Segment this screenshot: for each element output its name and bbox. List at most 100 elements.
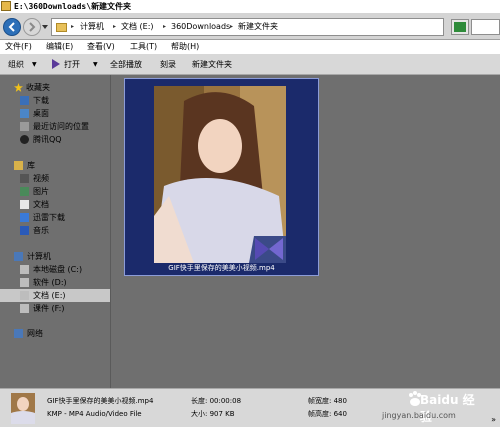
picture-icon bbox=[20, 187, 29, 196]
file-list: GIF快手里保存的美美小视频.mp4 bbox=[112, 75, 500, 388]
video-play-icon bbox=[255, 238, 283, 260]
nav-item-drive-c[interactable]: 本地磁盘 (C:) bbox=[0, 263, 110, 276]
nav-item-qq[interactable]: 腾讯QQ bbox=[0, 133, 110, 146]
nav-item-pictures[interactable]: 图片 bbox=[0, 185, 110, 198]
detail-size: 大小: 907 KB bbox=[191, 410, 235, 418]
desktop-icon bbox=[20, 109, 29, 118]
menu-view[interactable]: 查看(V) bbox=[87, 40, 115, 54]
address-bar: ▸ 计算机 ▸ 文档 (E:) ▸ 360Downloads ▸ 新建文件夹 ▼ bbox=[0, 13, 500, 40]
nav-label: 库 bbox=[27, 161, 35, 170]
nav-label: 网络 bbox=[27, 329, 43, 338]
nav-label: 文档 (E:) bbox=[33, 291, 66, 300]
navigation-pane: 收藏夹 下载 桌面 最近访问的位置 腾讯QQ 库 视频 图片 文档 迅雷下载 音… bbox=[0, 75, 111, 388]
menu-file[interactable]: 文件(F) bbox=[5, 40, 32, 54]
drive-icon bbox=[20, 304, 29, 313]
breadcrumb-computer[interactable]: 计算机 bbox=[80, 19, 104, 35]
menu-edit[interactable]: 编辑(E) bbox=[46, 40, 73, 54]
refresh-icon bbox=[454, 22, 466, 32]
detail-length: 长度: 00:00:08 bbox=[191, 397, 242, 405]
nav-label: 下载 bbox=[33, 96, 49, 105]
nav-network[interactable]: 网络 bbox=[0, 327, 110, 340]
menu-bar: 文件(F) 编辑(E) 查看(V) 工具(T) 帮助(H) bbox=[0, 40, 500, 54]
title-bar: E:\360Downloads\新建文件夹 bbox=[0, 0, 500, 13]
chevron-down-icon[interactable]: ▼ bbox=[93, 54, 98, 75]
nav-label: 腾讯QQ bbox=[33, 135, 62, 144]
nav-item-documents[interactable]: 文档 bbox=[0, 198, 110, 211]
breadcrumb-drive-e[interactable]: 文档 (E:) bbox=[121, 19, 154, 35]
drive-icon bbox=[20, 291, 29, 300]
address-field[interactable]: ▸ 计算机 ▸ 文档 (E:) ▸ 360Downloads ▸ 新建文件夹 ▼ bbox=[51, 18, 489, 36]
nav-libraries[interactable]: 库 bbox=[0, 159, 110, 172]
nav-favorites[interactable]: 收藏夹 bbox=[0, 81, 110, 94]
baidu-watermark: Baidu 经验 jingyan.baidu.com bbox=[382, 389, 478, 425]
folder-icon bbox=[1, 1, 11, 11]
nav-label: 收藏夹 bbox=[26, 83, 50, 92]
menu-tools[interactable]: 工具(T) bbox=[130, 40, 157, 54]
play-icon bbox=[52, 59, 60, 69]
breadcrumb-separator: ▸ bbox=[71, 23, 75, 30]
history-dropdown-icon[interactable] bbox=[42, 23, 48, 31]
network-icon bbox=[14, 329, 23, 338]
breadcrumb-separator: ▸ bbox=[113, 23, 117, 30]
file-name: GIF快手里保存的美美小视频.mp4 bbox=[168, 264, 275, 272]
nav-item-drive-d[interactable]: 软件 (D:) bbox=[0, 276, 110, 289]
arrow-right-icon bbox=[29, 22, 36, 32]
nav-label: 迅雷下载 bbox=[33, 213, 65, 222]
detail-filename: GIF快手里保存的美美小视频.mp4 bbox=[47, 397, 154, 405]
nav-item-videos[interactable]: 视频 bbox=[0, 172, 110, 185]
drive-icon bbox=[20, 278, 29, 287]
nav-item-downloads[interactable]: 下载 bbox=[0, 94, 110, 107]
nav-computer[interactable]: 计算机 bbox=[0, 250, 110, 263]
nav-label: 文档 bbox=[33, 200, 49, 209]
document-icon bbox=[20, 200, 29, 209]
forward-button[interactable] bbox=[23, 18, 41, 36]
breadcrumb-360downloads[interactable]: 360Downloads bbox=[171, 19, 230, 35]
menu-help[interactable]: 帮助(H) bbox=[171, 40, 199, 54]
detail-frame-height: 帧高度: 640 bbox=[308, 410, 347, 418]
qq-icon bbox=[20, 135, 29, 144]
nav-label: 课件 (F:) bbox=[33, 304, 65, 313]
watermark-url: jingyan.baidu.com bbox=[382, 411, 456, 420]
nav-label: 本地磁盘 (C:) bbox=[33, 265, 83, 274]
video-thumbnail bbox=[154, 86, 286, 263]
drive-icon bbox=[20, 265, 29, 274]
nav-item-recent[interactable]: 最近访问的位置 bbox=[0, 120, 110, 133]
search-input[interactable] bbox=[471, 19, 500, 35]
music-icon bbox=[20, 226, 29, 235]
photo-image bbox=[11, 393, 35, 424]
nav-item-drive-f[interactable]: 课件 (F:) bbox=[0, 302, 110, 315]
burn-button[interactable]: 刻录 bbox=[160, 54, 176, 75]
breadcrumb-separator: ▸ bbox=[230, 23, 234, 30]
file-thumbnail bbox=[11, 393, 35, 424]
xunlei-icon bbox=[20, 213, 29, 222]
breadcrumb-separator: ▸ bbox=[163, 23, 167, 30]
nav-label: 计算机 bbox=[27, 252, 51, 261]
nav-label: 软件 (D:) bbox=[33, 278, 67, 287]
detail-frame-width: 帧宽度: 480 bbox=[308, 397, 347, 405]
details-pane: GIF快手里保存的美美小视频.mp4 KMP - MP4 Audio/Video… bbox=[0, 388, 500, 427]
nav-item-xunlei[interactable]: 迅雷下载 bbox=[0, 211, 110, 224]
back-button[interactable] bbox=[3, 18, 21, 36]
chevron-down-icon[interactable]: ▼ bbox=[32, 54, 37, 75]
folder-icon bbox=[56, 23, 67, 32]
nav-item-desktop[interactable]: 桌面 bbox=[0, 107, 110, 120]
recent-places-icon bbox=[20, 122, 29, 131]
command-bar: 组织 ▼ 打开 ▼ 全部播放 刻录 新建文件夹 bbox=[0, 54, 500, 75]
refresh-button[interactable] bbox=[451, 19, 469, 35]
organize-button[interactable]: 组织 bbox=[8, 54, 24, 75]
star-icon bbox=[14, 83, 23, 92]
detail-filetype: KMP - MP4 Audio/Video File bbox=[47, 410, 142, 418]
window-title: E:\360Downloads\新建文件夹 bbox=[14, 2, 132, 11]
nav-item-music[interactable]: 音乐 bbox=[0, 224, 110, 237]
library-icon bbox=[14, 161, 23, 170]
play-all-button[interactable]: 全部播放 bbox=[110, 54, 142, 75]
download-folder-icon bbox=[20, 96, 29, 105]
chevron-right-icon[interactable]: » bbox=[491, 415, 496, 424]
nav-item-drive-e[interactable]: 文档 (E:) bbox=[0, 289, 110, 302]
nav-label: 桌面 bbox=[33, 109, 49, 118]
new-folder-button[interactable]: 新建文件夹 bbox=[192, 54, 232, 75]
file-item[interactable]: GIF快手里保存的美美小视频.mp4 bbox=[124, 78, 319, 276]
open-button[interactable]: 打开 bbox=[64, 54, 80, 75]
computer-icon bbox=[14, 252, 23, 261]
breadcrumb-new-folder[interactable]: 新建文件夹 bbox=[238, 19, 278, 35]
